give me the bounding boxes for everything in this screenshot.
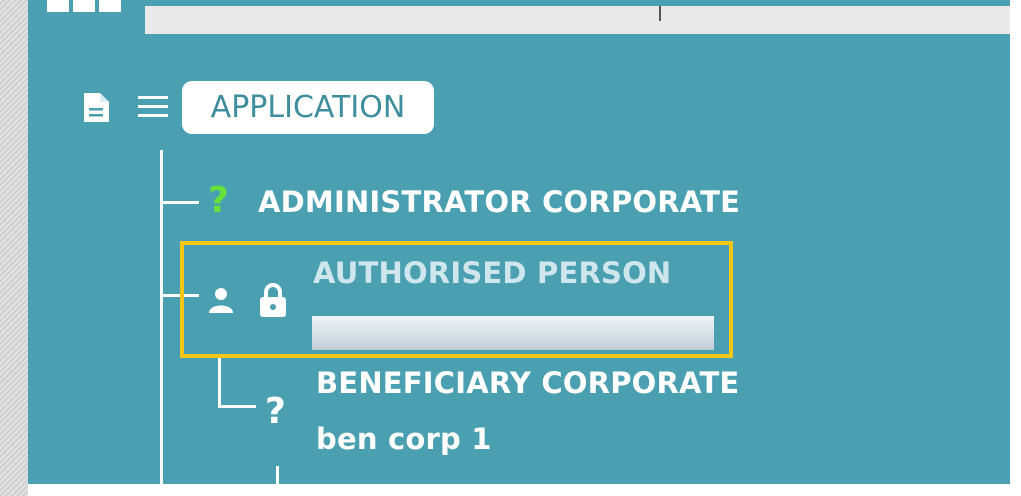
list-icon[interactable]: [136, 94, 170, 120]
tree-branch-line: [163, 201, 199, 204]
top-bar-divider: [659, 6, 661, 21]
app-grid-icon-segment[interactable]: [73, 0, 95, 12]
tree-node-label[interactable]: BENEFICIARY CORPORATE: [316, 366, 739, 400]
tree-node-name[interactable]: ben corp 1: [316, 422, 492, 456]
selection-highlight: [180, 241, 733, 358]
app-grid-icon[interactable]: [47, 0, 69, 12]
tree-sub-branch-line: [218, 405, 256, 408]
app-grid-icon-segment[interactable]: [99, 0, 121, 12]
document-icon[interactable]: [81, 91, 111, 124]
top-bar: [145, 6, 1010, 34]
tree-sub-trunk-line: [276, 466, 279, 484]
tree-node-label[interactable]: ADMINISTRATOR CORPORATE: [258, 185, 740, 219]
application-root-badge[interactable]: APPLICATION: [182, 81, 434, 134]
application-root-label: APPLICATION: [210, 90, 406, 125]
tree-sub-trunk-line: [218, 358, 221, 408]
window-edge: [0, 0, 28, 496]
question-icon: ?: [208, 180, 230, 221]
question-icon: ?: [265, 391, 287, 432]
